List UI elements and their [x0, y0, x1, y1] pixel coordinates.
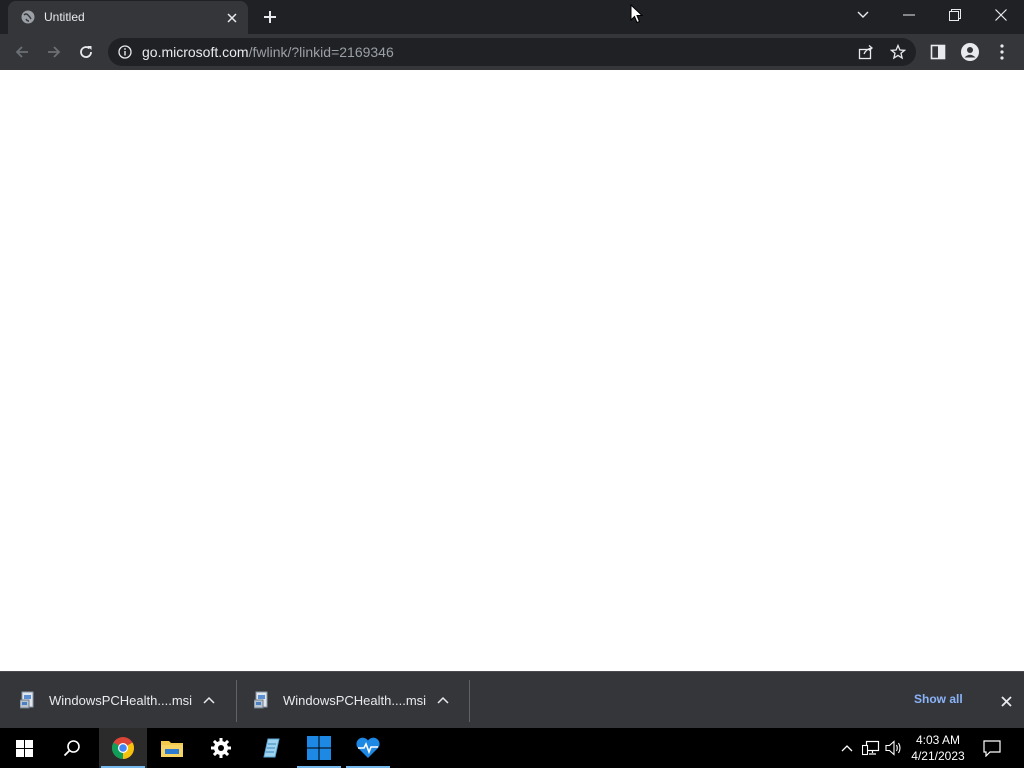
url-text[interactable]: go.microsoft.com/fwlink/?linkid=2169346	[142, 45, 394, 59]
file-explorer-icon[interactable]	[148, 728, 196, 768]
notifications-icon[interactable]	[978, 728, 1006, 768]
clock-date: 4/21/2023	[911, 749, 965, 763]
download-separator	[469, 680, 470, 722]
globe-icon	[21, 10, 35, 24]
download-shelf: WindowsPCHealth....msi WindowsPCHealth..…	[0, 671, 1024, 728]
profile-icon[interactable]	[956, 38, 984, 66]
address-bar[interactable]: go.microsoft.com/fwlink/?linkid=2169346	[108, 38, 916, 66]
page-content[interactable]	[0, 70, 1024, 671]
download-item[interactable]: WindowsPCHealth....msi	[234, 680, 468, 720]
menu-kebab-icon[interactable]	[988, 38, 1016, 66]
network-icon[interactable]	[860, 728, 882, 768]
search-icon[interactable]	[48, 728, 96, 768]
notepad-icon[interactable]	[246, 728, 294, 768]
download-item[interactable]: WindowsPCHealth....msi	[0, 680, 234, 720]
tab-strip: Untitled	[0, 0, 1024, 34]
installer-file-icon	[19, 691, 36, 709]
url-path: /fwlink/?linkid=2169346	[248, 44, 394, 60]
windows-logo-icon[interactable]	[295, 728, 343, 768]
start-icon[interactable]	[0, 728, 48, 768]
pc-health-check-icon[interactable]	[344, 728, 392, 768]
volume-icon[interactable]	[884, 728, 904, 768]
clock[interactable]: 4:03 AM 4/21/2023	[904, 732, 972, 764]
taskbar: 4:03 AM 4/21/2023	[0, 728, 1024, 768]
forward-icon[interactable]	[40, 38, 68, 66]
new-tab-button[interactable]	[258, 5, 282, 29]
tab-untitled[interactable]: Untitled	[8, 1, 248, 34]
bookmark-star-icon[interactable]	[888, 42, 908, 62]
tab-close-icon[interactable]	[222, 8, 242, 28]
chevron-up-icon[interactable]	[201, 692, 217, 708]
tab-title: Untitled	[44, 10, 85, 24]
browser-toolbar: go.microsoft.com/fwlink/?linkid=2169346	[0, 34, 1024, 70]
reload-icon[interactable]	[72, 38, 100, 66]
close-window-icon[interactable]	[978, 0, 1024, 30]
clock-time: 4:03 AM	[915, 733, 961, 747]
show-all-link[interactable]: Show all	[914, 692, 963, 706]
screen: Untitled go.microsoft.com/fwlink/?linkid…	[0, 0, 1024, 768]
restore-icon[interactable]	[932, 0, 978, 30]
tab-search-icon[interactable]	[840, 0, 886, 30]
side-panel-icon[interactable]	[924, 38, 952, 66]
download-filename: WindowsPCHealth....msi	[283, 692, 427, 708]
back-icon[interactable]	[8, 38, 36, 66]
share-icon[interactable]	[856, 42, 876, 62]
mouse-cursor-icon	[630, 3, 644, 24]
close-shelf-icon[interactable]	[996, 691, 1016, 711]
download-filename: WindowsPCHealth....msi	[49, 692, 193, 708]
installer-file-icon	[253, 691, 270, 709]
site-info-icon[interactable]	[118, 45, 132, 59]
show-hidden-icons-chevron-icon[interactable]	[838, 728, 856, 768]
chrome-icon[interactable]	[99, 728, 147, 768]
minimize-icon[interactable]	[886, 0, 932, 30]
settings-icon[interactable]	[197, 728, 245, 768]
url-host: go.microsoft.com	[142, 44, 249, 60]
chevron-up-icon[interactable]	[435, 692, 451, 708]
